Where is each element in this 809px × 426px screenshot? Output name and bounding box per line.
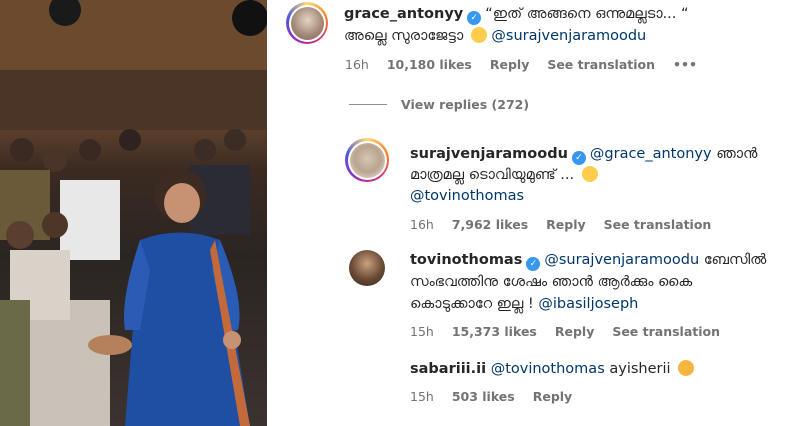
comment-4-username[interactable]: sabariii.ii: [410, 361, 486, 377]
comment-2-time: 16h: [410, 217, 434, 232]
verified-badge-icon: ✓: [467, 11, 482, 25]
comment-3-text-3: കൊടുക്കാറേ ഇല്ല !: [410, 296, 534, 312]
comment-3-reply-button[interactable]: Reply: [555, 324, 594, 339]
comment-3-likes[interactable]: 15,373 likes: [452, 324, 537, 339]
comment-1-text-2: അല്ലെ സുരാജേട്ടാ: [344, 28, 464, 44]
comment-3-text-1: ബേസിൽ: [703, 252, 767, 268]
comment-3-see-translation[interactable]: See translation: [612, 324, 720, 339]
comment-3-line-3: കൊടുക്കാറേ ഇല്ല ! @ibasiljoseph: [410, 294, 638, 314]
comment-2-line-1: surajvenjaramoodu ✓ @grace_antonyy ഞാൻ: [410, 144, 757, 165]
eye-roll-emoji-icon: [581, 166, 598, 182]
photo-illustration: [0, 0, 267, 426]
comments-panel: grace_antonyy ✓ “ഇത് അങ്ങനെ ഒന്നുമല്ലടാ...…: [267, 0, 809, 426]
comment-2-text-1: ഞാൻ: [716, 146, 758, 162]
comment-1-line-1: grace_antonyy ✓ “ഇത് അങ്ങനെ ഒന്നുമല്ലടാ...…: [344, 4, 689, 25]
comment-4-line-1: sabariii.ii @tovinothomas ayisherii: [410, 359, 695, 379]
verified-badge-icon: ✓: [571, 151, 586, 165]
comment-4-time: 15h: [410, 389, 434, 404]
comment-4-reply-button[interactable]: Reply: [533, 389, 572, 404]
post-photo: [0, 0, 267, 426]
comment-1-line-2: അല്ലെ സുരാജേട്ടാ @surajvenjaramoodu: [344, 26, 646, 46]
comment-1-text-1: “ഇത് അങ്ങനെ ഒന്നുമല്ലടാ... “: [485, 6, 689, 22]
view-replies-label[interactable]: View replies (272): [401, 97, 529, 112]
view-replies-dash: [349, 104, 387, 105]
comment-2-mention[interactable]: @grace_antonyy: [590, 146, 712, 162]
cat-emoji-icon: [678, 360, 695, 376]
tovino-avatar[interactable]: [349, 250, 385, 286]
comment-1-username[interactable]: grace_antonyy: [344, 6, 463, 22]
suraj-avatar[interactable]: [345, 138, 389, 182]
comment-2-meta: 16h 7,962 likes Reply See translation: [410, 217, 725, 233]
comment-1-mention[interactable]: @surajvenjaramoodu: [491, 28, 646, 44]
comment-3-username[interactable]: tovinothomas: [410, 252, 522, 268]
comment-2-reply-button[interactable]: Reply: [546, 217, 585, 232]
comment-4-mention[interactable]: @tovinothomas: [491, 361, 605, 377]
comment-2-line-2: മാത്രമല്ല ടൊവിയുമുണ്ട് ...: [410, 165, 598, 185]
comment-3-line-2: സംഭവത്തിനു ശേഷം ഞാൻ ആർക്കും കൈ: [410, 272, 692, 292]
comment-3-line-1: tovinothomas ✓ @surajvenjaramoodu ബേസിൽ: [410, 250, 766, 271]
comment-1-reply-button[interactable]: Reply: [490, 57, 529, 72]
laughing-emoji-icon: [470, 27, 487, 43]
comment-4-text: ayisherii: [609, 361, 671, 377]
comment-2-likes[interactable]: 7,962 likes: [452, 217, 528, 232]
grace-avatar[interactable]: [286, 2, 328, 44]
view-replies-button[interactable]: View replies (272): [349, 97, 529, 112]
comment-2-line-3: @tovinothomas: [410, 186, 524, 206]
comment-3-time: 15h: [410, 324, 434, 339]
comment-2-text-2: മാത്രമല്ല ടൊവിയുമുണ്ട് ...: [410, 167, 575, 183]
verified-badge-icon: ✓: [526, 257, 541, 271]
comment-3-meta: 15h 15,373 likes Reply See translation: [410, 324, 734, 340]
comment-4-meta: 15h 503 likes Reply: [410, 389, 586, 405]
comment-4-likes[interactable]: 503 likes: [452, 389, 515, 404]
more-options-icon[interactable]: •••: [673, 57, 697, 72]
comment-1-meta: 16h 10,180 likes Reply See translation •…: [345, 57, 711, 73]
comment-2-mention-2[interactable]: @tovinothomas: [410, 188, 524, 204]
comment-2-see-translation[interactable]: See translation: [604, 217, 712, 232]
comment-1-time: 16h: [345, 57, 369, 72]
comment-3-text-2: സംഭവത്തിനു ശേഷം ഞാൻ ആർക്കും കൈ: [410, 274, 693, 290]
comment-1-likes[interactable]: 10,180 likes: [387, 57, 472, 72]
comment-1-see-translation[interactable]: See translation: [547, 57, 655, 72]
comment-2-username[interactable]: surajvenjaramoodu: [410, 146, 568, 162]
comment-3-mention-2[interactable]: @ibasiljoseph: [538, 296, 638, 312]
comment-3-mention[interactable]: @surajvenjaramoodu: [544, 252, 699, 268]
